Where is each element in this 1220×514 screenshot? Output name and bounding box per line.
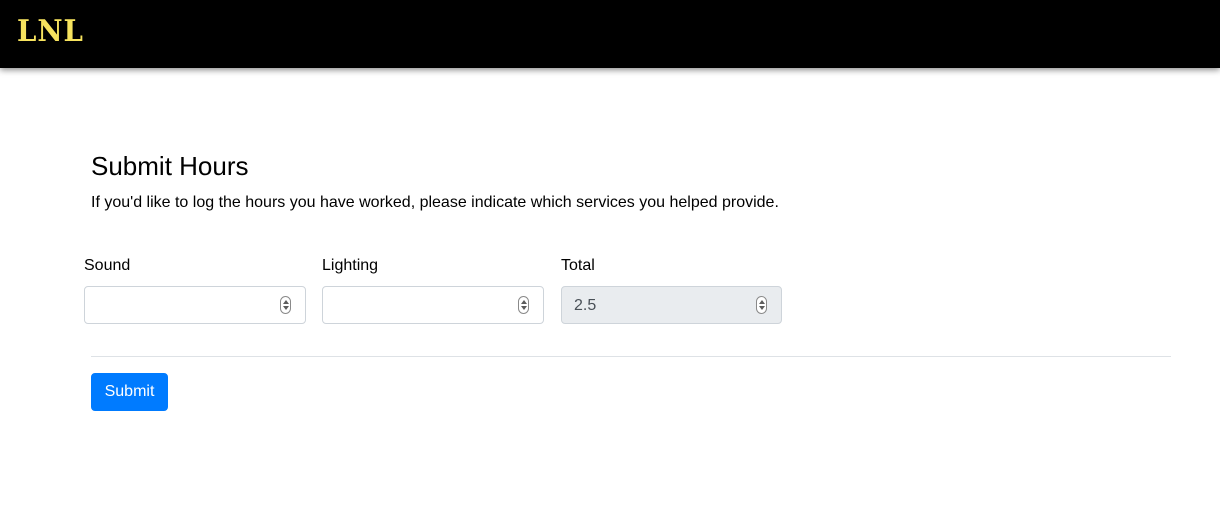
lighting-spinner-icon[interactable] [518,296,529,314]
spinner-up-icon[interactable] [521,300,527,304]
submit-button[interactable]: Submit [91,373,168,411]
total-label: Total [561,257,595,274]
sound-hours-input[interactable] [84,286,306,324]
page-title: Submit Hours [91,151,249,181]
sound-spinner-icon[interactable] [280,296,291,314]
brand-logo[interactable]: LNL [17,14,84,50]
total-field: Total 2.5 [561,256,782,324]
page-description: If you'd like to log the hours you have … [91,194,779,211]
lighting-field: Lighting [322,256,544,324]
total-spinner-icon [756,296,767,314]
form-divider [91,356,1171,357]
lighting-label: Lighting [322,257,379,274]
spinner-down-icon[interactable] [283,306,289,310]
spinner-down-icon[interactable] [521,306,527,310]
total-hours-value: 2.5 [574,297,597,314]
spinner-down-icon [759,306,765,310]
sound-label: Sound [84,257,131,274]
spinner-up-icon [759,300,765,304]
spinner-up-icon[interactable] [283,300,289,304]
total-hours-input: 2.5 [561,286,782,324]
top-navbar: LNL [0,0,1220,68]
lighting-hours-input[interactable] [322,286,544,324]
sound-field: Sound [84,256,306,324]
